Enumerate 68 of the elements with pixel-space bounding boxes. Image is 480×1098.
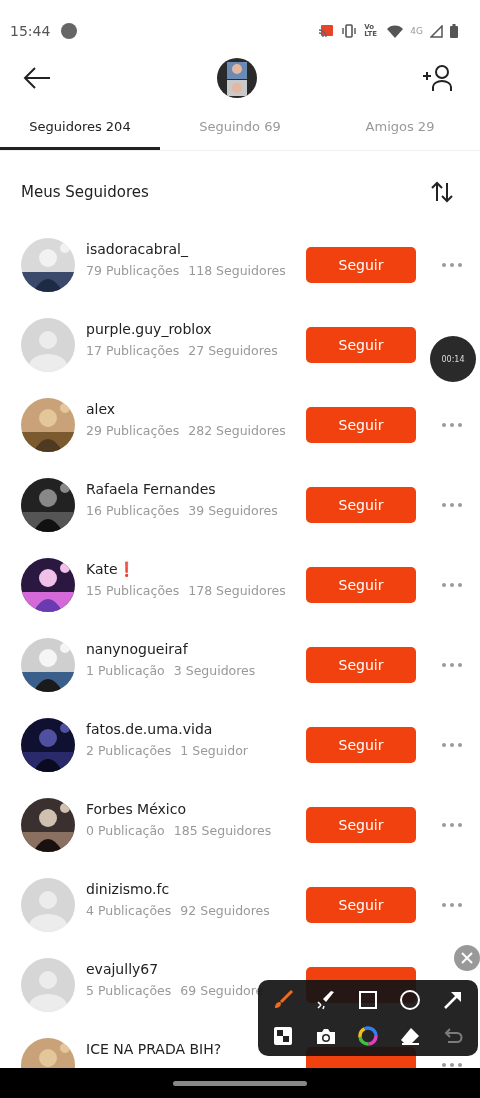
default-avatar-icon (21, 878, 75, 932)
follower-stat: 92 Seguidores (180, 903, 270, 918)
follower-stat: 79 Publicações (86, 263, 180, 278)
eraser-tool-icon[interactable] (399, 1025, 422, 1047)
follower-stat: 5 Publicações (86, 983, 172, 998)
follower-name: nanynogueiraf (86, 641, 189, 657)
follower-stat: 1 Publicação (86, 663, 165, 678)
follow-button[interactable]: Seguir (306, 727, 416, 763)
brush-tool-icon[interactable] (272, 989, 295, 1011)
network-type-label: 4G (410, 26, 423, 36)
default-avatar-icon (21, 958, 75, 1012)
follower-name: Rafaela Fernandes (86, 481, 217, 497)
default-avatar-icon (21, 318, 75, 372)
recording-timer[interactable]: 00:14 (430, 336, 476, 382)
follower-name: evajully67 (86, 961, 160, 977)
home-indicator[interactable] (173, 1080, 307, 1086)
follow-button[interactable]: Seguir (306, 407, 416, 443)
signal-icon (430, 24, 443, 38)
close-button[interactable] (454, 945, 480, 971)
battery-icon (450, 24, 458, 38)
notification-dot-icon (61, 23, 78, 39)
follow-button[interactable]: Seguir (306, 487, 416, 523)
follower-stat: 29 Publicações (86, 423, 180, 438)
follower-stat: 17 Publicações (86, 343, 180, 358)
square-tool-icon[interactable] (357, 989, 379, 1011)
mosaic-tool-icon[interactable] (272, 1025, 295, 1047)
vibrate-icon (341, 24, 358, 38)
sort-button[interactable] (430, 181, 454, 203)
follower-stat: 15 Publicações (86, 583, 180, 598)
cast-icon (318, 24, 335, 38)
highlighter-tool-icon[interactable] (314, 989, 337, 1011)
follow-button[interactable]: Seguir (306, 247, 416, 283)
follower-stat: 4 Publicações (86, 903, 172, 918)
section-title: Meus Seguidores (21, 183, 149, 201)
follow-button[interactable]: Seguir (306, 567, 416, 603)
follower-stat: 39 Seguidores (188, 503, 278, 518)
follower-name: Forbes México (86, 801, 187, 817)
follow-button[interactable]: Seguir (306, 647, 416, 683)
follower-name: isadoracabral_ (86, 241, 189, 257)
follower-stat: 16 Publicações (86, 503, 180, 518)
follower-stat: 282 Seguidores (188, 423, 286, 438)
follower-name: Kate❗ (86, 561, 136, 577)
follower-stat: 3 Seguidores (173, 663, 256, 678)
follower-stat: 178 Seguidores (188, 583, 286, 598)
tab[interactable]: Seguidores 204 (0, 106, 160, 150)
close-icon (461, 952, 473, 964)
follow-button[interactable]: Seguir (306, 327, 416, 363)
follower-name: fatos.de.uma.vida (86, 721, 214, 737)
follow-button[interactable]: Seguir (306, 887, 416, 923)
color-tool-icon[interactable] (357, 1025, 379, 1047)
follower-stat: 185 Seguidores (173, 823, 272, 838)
status-time: 15:44 (10, 23, 51, 39)
tab[interactable]: Seguindo 69 (160, 106, 320, 150)
wifi-icon (387, 24, 404, 38)
follower-stat: 1 Seguidor (180, 743, 248, 758)
follower-stat: 118 Seguidores (188, 263, 286, 278)
circle-tool-icon[interactable] (399, 989, 422, 1011)
follower-name: purple.guy_roblox (86, 321, 213, 337)
add-friend-button[interactable] (422, 64, 454, 92)
follower-name: dinizismo.fc (86, 881, 171, 897)
follower-stat: 0 Publicação (86, 823, 165, 838)
follower-name: ICE NA PRADA BIH? (86, 1041, 223, 1057)
follow-button[interactable]: Seguir (306, 807, 416, 843)
tab[interactable]: Amigos 29 (320, 106, 480, 150)
follower-stat: 2 Publicações (86, 743, 172, 758)
back-button[interactable] (22, 66, 52, 90)
follower-stat: 27 Seguidores (188, 343, 278, 358)
follower-name: alex (86, 401, 117, 417)
